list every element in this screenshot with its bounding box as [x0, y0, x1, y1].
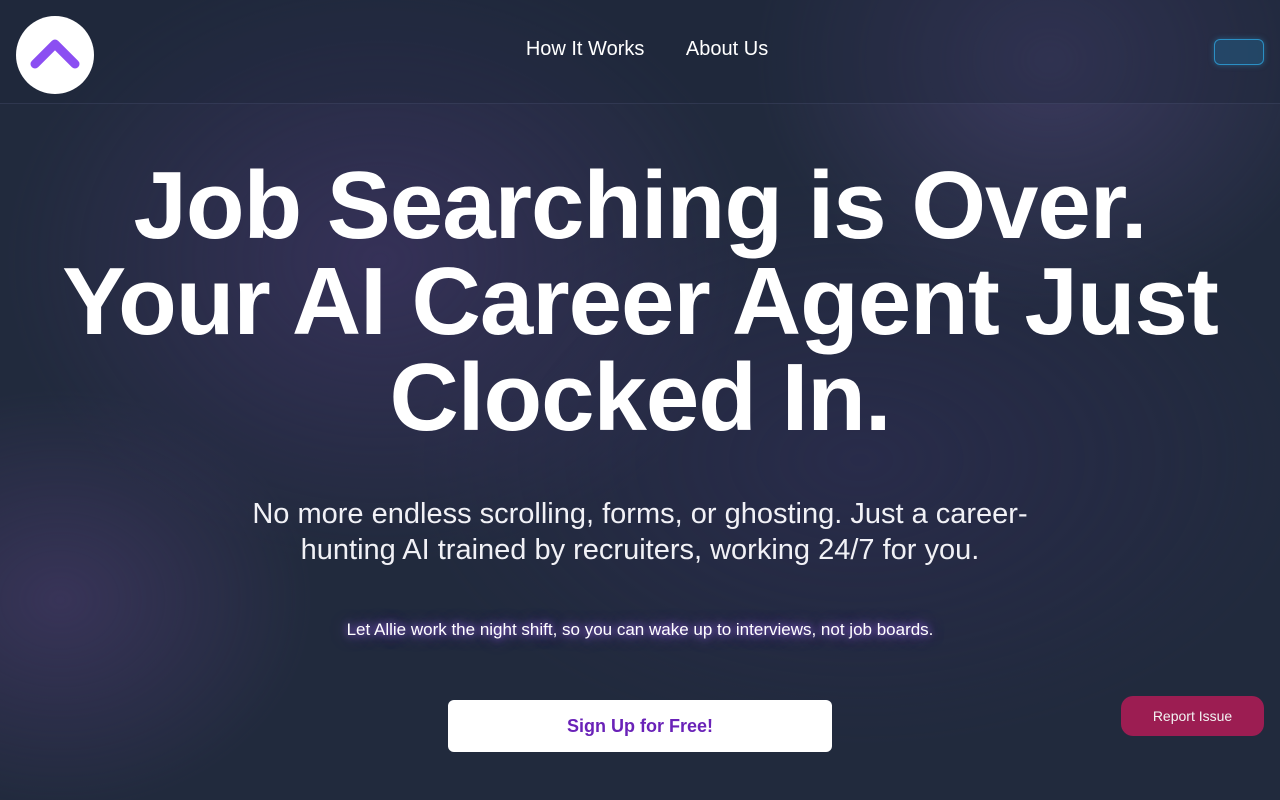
hero-title-line-2: Your AI Career Agent Just	[62, 248, 1219, 355]
hero-subtitle: No more endless scrolling, forms, or gho…	[252, 498, 1028, 566]
nav-link-about-us[interactable]: About Us	[686, 38, 768, 60]
main-nav: How It Works About Us	[0, 38, 1280, 61]
report-issue-button[interactable]: Report Issue	[1121, 696, 1264, 736]
hero-title-line-3: Clocked In.	[389, 344, 891, 451]
nav-cta-button[interactable]	[1214, 39, 1264, 65]
hero-title: Job Searching is Over. Your AI Career Ag…	[40, 158, 1240, 446]
hero-title-line-1: Job Searching is Over.	[133, 152, 1147, 259]
nav-link-how-it-works[interactable]: How It Works	[526, 38, 645, 60]
hero-tagline: Let Allie work the night shift, so you c…	[346, 620, 934, 639]
top-navbar: How It Works About Us	[0, 0, 1280, 104]
signup-button[interactable]: Sign Up for Free!	[448, 700, 832, 752]
